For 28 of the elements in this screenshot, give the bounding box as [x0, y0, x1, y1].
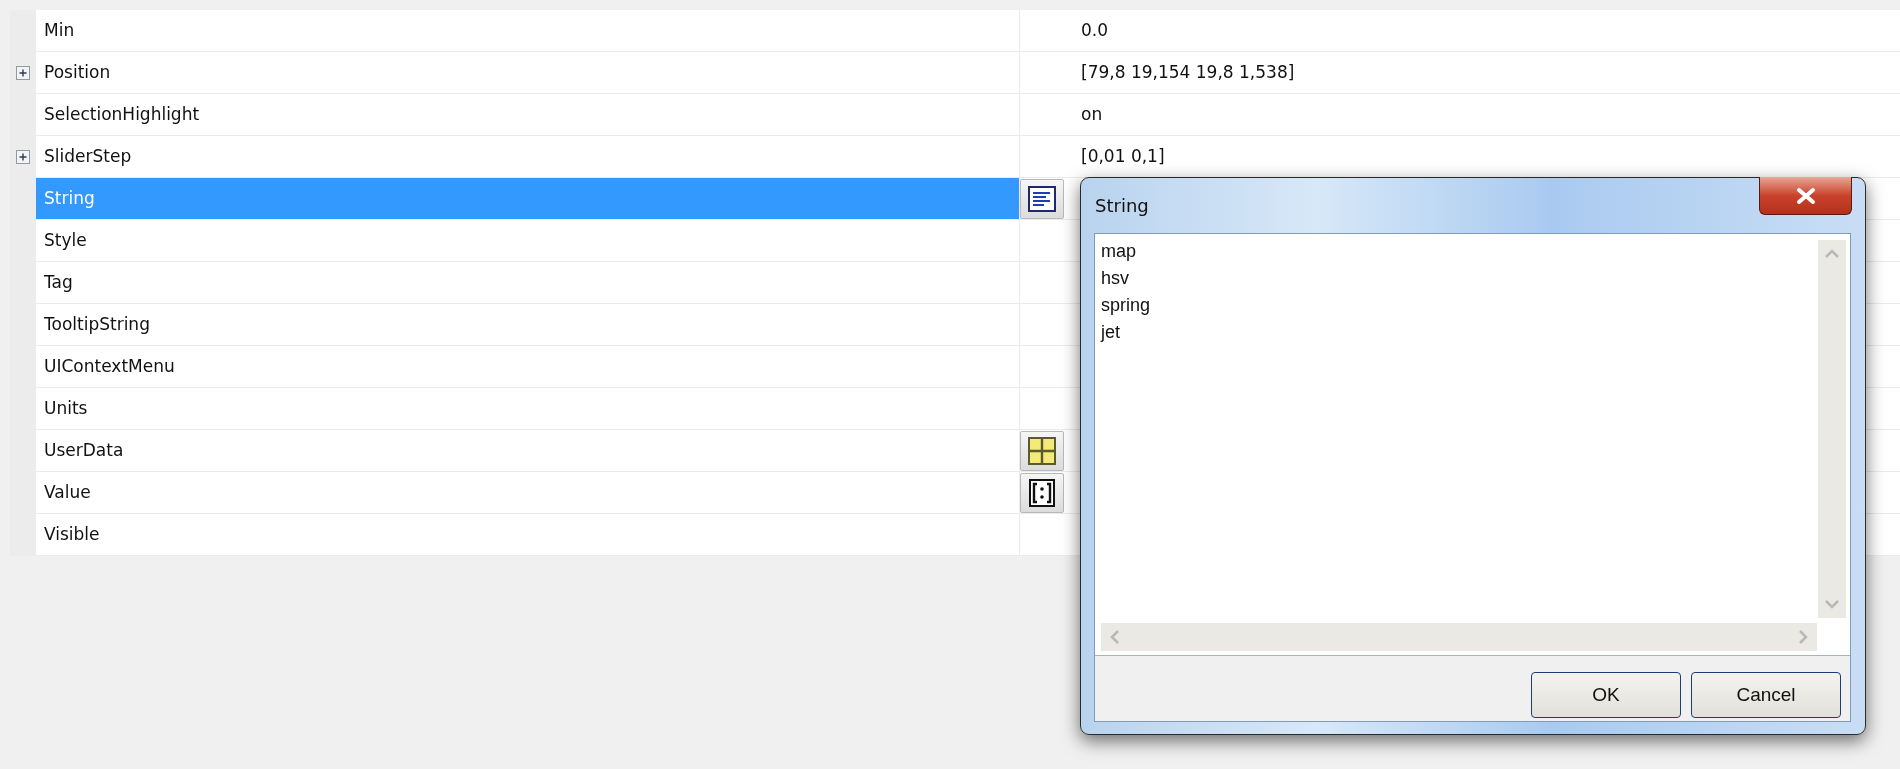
property-name[interactable]: UserData [36, 430, 1020, 472]
property-name[interactable]: Value [36, 472, 1020, 514]
property-value: [79,8 19,154 19,8 1,538] [1081, 60, 1295, 84]
text-lines-icon [1028, 185, 1056, 212]
editor-button[interactable] [1020, 178, 1064, 219]
property-name[interactable]: Visible [36, 514, 1020, 556]
property-value: [0,01 0,1] [1081, 144, 1165, 168]
property-name[interactable]: UIContextMenu [36, 346, 1020, 388]
grid-icon [1028, 436, 1056, 465]
property-name[interactable]: SelectionHighlight [36, 94, 1020, 136]
property-name[interactable]: Units [36, 388, 1020, 430]
expand-icon[interactable] [16, 66, 30, 80]
property-name[interactable]: Tag [36, 262, 1020, 304]
matrix-icon [1029, 478, 1055, 507]
ok-button[interactable]: OK [1531, 672, 1681, 718]
property-value: on [1081, 102, 1103, 126]
close-button[interactable] [1759, 177, 1852, 215]
editor-button[interactable] [1020, 430, 1064, 471]
property-name[interactable]: Position [36, 52, 1020, 94]
cancel-button[interactable]: Cancel [1691, 672, 1841, 718]
property-name[interactable]: TooltipString [36, 304, 1020, 346]
expand-icon[interactable] [16, 150, 30, 164]
editor-button[interactable] [1020, 472, 1064, 513]
property-value: 0.0 [1081, 18, 1109, 42]
dialog-title: String [1095, 194, 1149, 218]
close-icon [1794, 186, 1817, 205]
property-name[interactable]: Min [36, 10, 1020, 52]
property-name[interactable]: Style [36, 220, 1020, 262]
